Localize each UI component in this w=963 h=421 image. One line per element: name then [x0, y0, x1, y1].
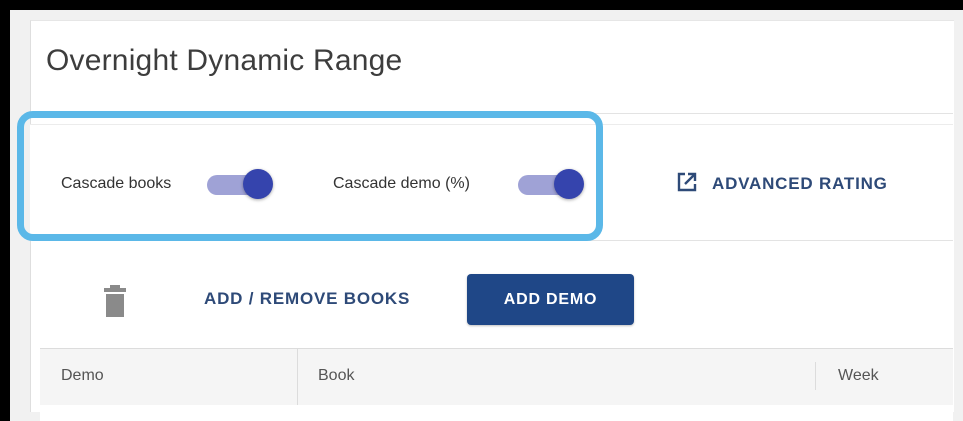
- highlight-annotation: [17, 111, 603, 241]
- trash-icon[interactable]: [103, 284, 127, 318]
- column-header-book[interactable]: Book: [318, 367, 354, 385]
- page-title: Overnight Dynamic Range: [46, 44, 403, 77]
- advanced-rating-label: ADVANCED RATING: [712, 174, 888, 193]
- table-body: [40, 405, 953, 421]
- column-header-week[interactable]: Week: [838, 367, 879, 385]
- table-header: [40, 348, 953, 406]
- screenshot-frame: Overnight Dynamic Range Cascade books Ca…: [0, 0, 963, 421]
- add-demo-button[interactable]: ADD DEMO: [467, 274, 634, 325]
- add-remove-books-button[interactable]: ADD / REMOVE BOOKS: [204, 289, 410, 309]
- open-in-new-icon: [676, 171, 698, 198]
- column-header-demo[interactable]: Demo: [61, 367, 104, 385]
- advanced-rating-button[interactable]: ADVANCED RATING: [676, 172, 888, 196]
- column-divider: [815, 362, 816, 390]
